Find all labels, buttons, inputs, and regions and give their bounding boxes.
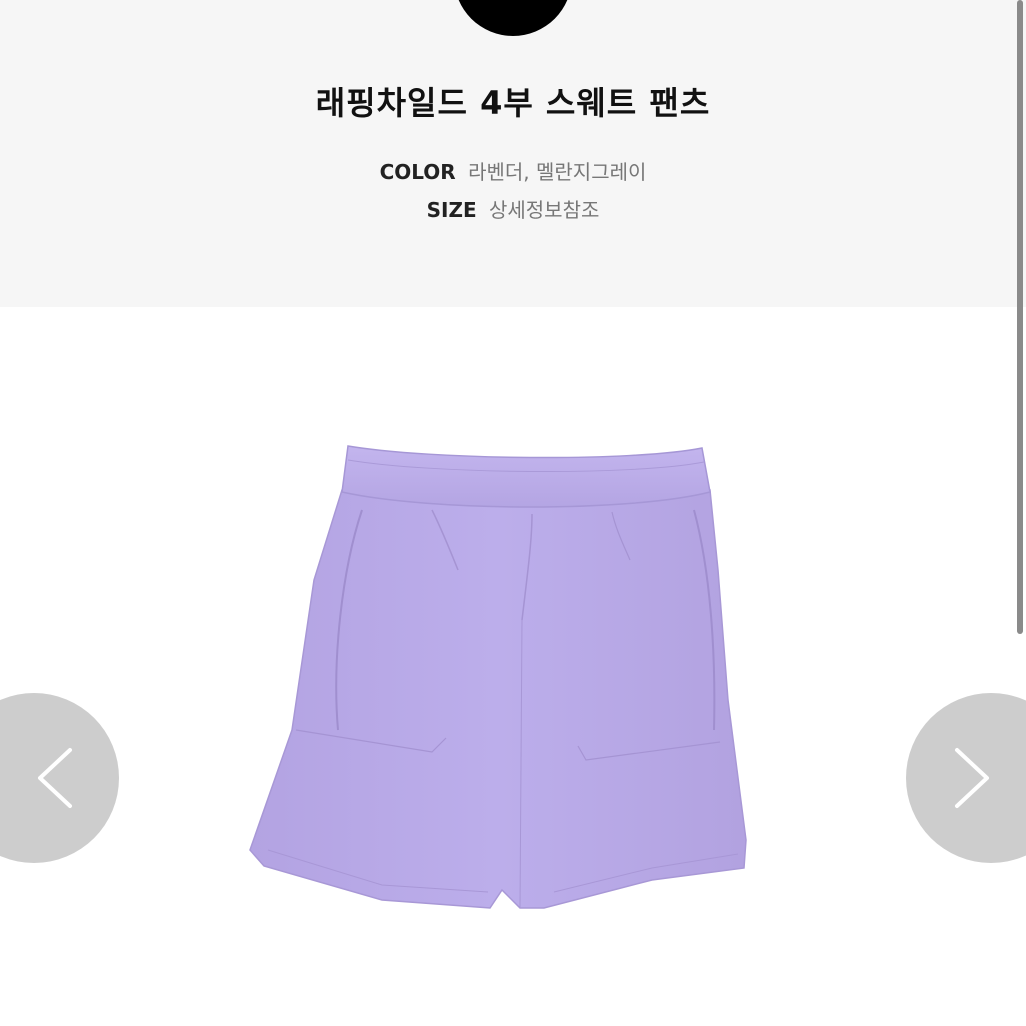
size-label: SIZE: [426, 198, 477, 222]
carousel-prev-button[interactable]: [0, 693, 119, 863]
color-spec: COLOR 라벤더, 멜란지그레이: [0, 156, 1026, 185]
product-image: [249, 445, 747, 909]
color-value: 라벤더, 멜란지그레이: [468, 160, 647, 184]
brand-logo[interactable]: [454, 0, 572, 36]
chevron-right-icon: [955, 748, 989, 808]
product-detail-page: 래핑차일드 4부 스웨트 팬츠 COLOR 라벤더, 멜란지그레이 SIZE 상…: [0, 0, 1026, 1026]
shorts-body: [249, 489, 747, 909]
color-label: COLOR: [379, 160, 456, 184]
size-spec: SIZE 상세정보참조: [0, 194, 1026, 223]
carousel-next-button[interactable]: [906, 693, 1026, 863]
vertical-scrollbar[interactable]: [1014, 0, 1026, 1026]
size-value: 상세정보참조: [488, 198, 600, 222]
scrollbar-thumb[interactable]: [1017, 0, 1023, 634]
product-title: 래핑차일드 4부 스웨트 팬츠: [315, 84, 711, 122]
chevron-left-icon: [38, 748, 72, 808]
shorts-waistband: [341, 445, 711, 508]
product-info-header: 래핑차일드 4부 스웨트 팬츠 COLOR 라벤더, 멜란지그레이 SIZE 상…: [0, 0, 1026, 307]
